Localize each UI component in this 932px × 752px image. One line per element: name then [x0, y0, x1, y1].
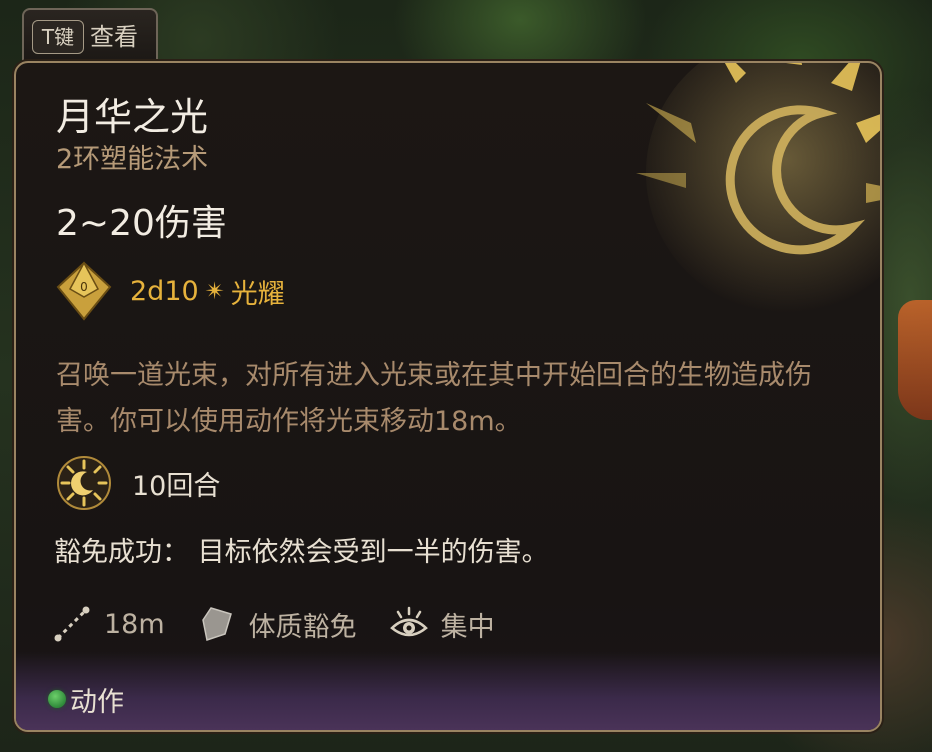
spell-name: 月华之光	[56, 95, 209, 139]
eye-concentration-icon	[389, 606, 428, 637]
damage-type: 光耀	[230, 278, 285, 310]
action-cost-row: 动作	[48, 679, 124, 719]
examine-hint-tab[interactable]: T键 查看	[22, 8, 158, 64]
spell-meta-row: 18m 体质豁免 集中	[52, 599, 527, 649]
examine-label: 查看	[90, 23, 138, 51]
concentration-value: 集中	[440, 611, 495, 643]
damage-dice-row: 0 2d10 ✴ 光耀	[56, 261, 285, 321]
dice-formula: 2d10	[130, 275, 199, 307]
duration-value: 10回合	[132, 470, 221, 502]
moon-sun-duration-icon	[57, 456, 111, 510]
spell-description: 召唤一道光束，对所有进入光束或在其中开始回合的生物造成伤害。你可以使用动作将光束…	[56, 360, 812, 437]
tooltip-footer	[16, 652, 880, 730]
svg-text:0: 0	[80, 280, 88, 294]
keybind-cap: T键	[32, 20, 84, 54]
spell-level-school: 2环塑能法术	[56, 144, 209, 175]
background-lantern	[898, 300, 932, 420]
shield-save-icon	[201, 607, 232, 641]
green-action-dot-icon	[48, 690, 66, 708]
moonbeam-spell-icon	[636, 63, 880, 313]
saving-throw-value: 体质豁免	[248, 611, 357, 643]
save-success-text: 豁免成功： 目标依然会受到一半的伤害。	[54, 537, 549, 568]
damage-range: 2~20伤害	[56, 203, 227, 244]
d10-dice-icon: 0	[56, 261, 112, 321]
duration-row: 10回合	[56, 455, 220, 511]
radiant-sparkle-icon: ✴	[204, 277, 225, 305]
action-type: 动作	[70, 686, 124, 718]
range-value: 18m	[104, 608, 165, 640]
spell-tooltip: 月华之光 2环塑能法术 2~20伤害 0 2d10 ✴ 光耀 召唤一道光束，对所…	[14, 61, 882, 732]
range-line-icon	[54, 606, 90, 642]
